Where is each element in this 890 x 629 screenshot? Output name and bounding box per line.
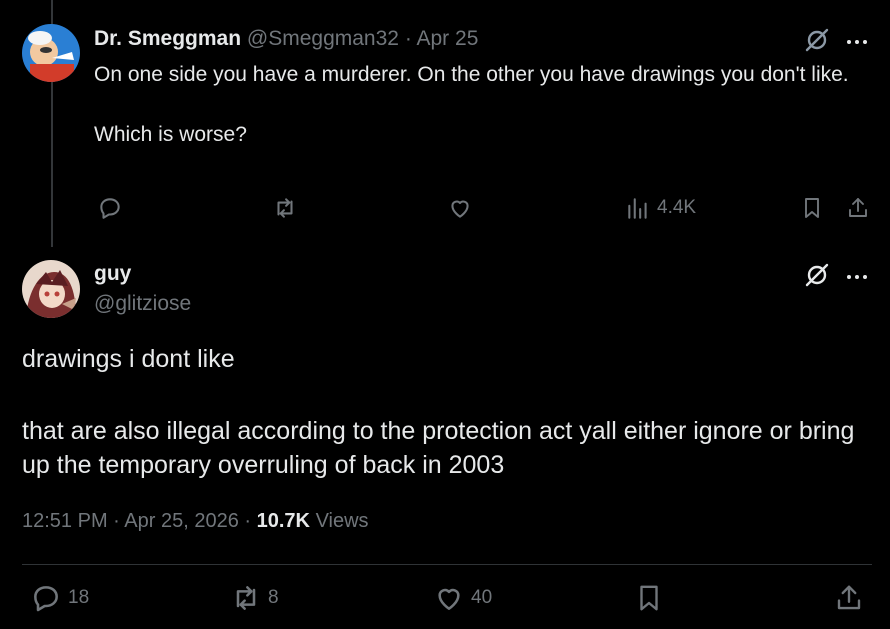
main-avatar[interactable]: [22, 260, 80, 318]
reply-button[interactable]: 18: [30, 582, 89, 614]
parent-date[interactable]: Apr 25: [417, 27, 479, 50]
parent-share-button[interactable]: [846, 195, 870, 221]
parent-tweet-text: On one side you have a murderer. On the …: [94, 60, 874, 150]
bookmark-icon: [640, 585, 658, 611]
tweet-time[interactable]: 12:51 PM: [22, 510, 108, 532]
tweet-meta: 12:51 PM · Apr 25, 2026 · 10.7K Views: [22, 510, 369, 533]
repost-icon: [277, 198, 293, 218]
parent-action-bar: 4.4K: [0, 195, 890, 225]
grok-icon[interactable]: [804, 262, 830, 293]
more-icon[interactable]: [846, 269, 868, 287]
parent-bookmark-button[interactable]: [800, 195, 824, 221]
more-icon[interactable]: [846, 34, 868, 52]
like-button[interactable]: 40: [433, 582, 492, 614]
like-icon: [451, 200, 469, 218]
main-text-line-1: drawings i dont like: [22, 345, 235, 373]
reply-count: 18: [68, 587, 90, 608]
like-count: 40: [471, 587, 493, 608]
parent-like-button[interactable]: [447, 195, 473, 221]
repost-icon: [236, 586, 256, 610]
parent-repost-button[interactable]: [272, 195, 298, 221]
main-text-line-2: that are also illegal according to the p…: [22, 417, 855, 479]
parent-author-name[interactable]: Dr. Smeggman: [94, 27, 241, 50]
main-author-name-row: guy: [94, 262, 131, 286]
bookmark-icon: [805, 198, 819, 218]
divider: [22, 564, 872, 565]
share-icon: [837, 585, 861, 610]
parent-text-line-2: Which is worse?: [94, 123, 247, 146]
main-action-bar: 18 8 40: [0, 582, 890, 616]
grok-icon[interactable]: [804, 27, 830, 58]
tweet-date[interactable]: Apr 25, 2026: [124, 510, 239, 532]
parent-author-handle[interactable]: @Smeggman32: [247, 27, 399, 50]
like-icon: [438, 588, 460, 610]
main-author-handle[interactable]: @glitziose: [94, 292, 191, 316]
bookmark-button[interactable]: [634, 582, 664, 614]
parent-avatar[interactable]: [22, 24, 80, 82]
parent-views-count: 4.4K: [657, 197, 697, 218]
parent-views-button[interactable]: 4.4K: [625, 195, 696, 221]
views-label: Views: [315, 510, 369, 532]
meta-separator: ·: [113, 510, 120, 532]
share-button[interactable]: [834, 582, 864, 614]
parent-separator: ·: [404, 27, 412, 50]
repost-button[interactable]: 8: [230, 582, 279, 614]
main-author-name[interactable]: guy: [94, 262, 131, 285]
reply-icon: [100, 198, 120, 219]
parent-reply-button[interactable]: [97, 195, 123, 221]
meta-separator: ·: [244, 510, 252, 532]
share-icon: [849, 198, 867, 217]
repost-count: 8: [268, 587, 279, 608]
reply-icon: [34, 586, 58, 612]
parent-text-line-1: On one side you have a murderer. On the …: [94, 63, 849, 86]
parent-author-row: Dr. Smeggman @Smeggman32 · Apr 25: [94, 27, 478, 51]
views-icon: [628, 198, 647, 219]
views-count[interactable]: 10.7K: [257, 510, 310, 532]
main-tweet-text: drawings i dont like that are also illeg…: [22, 342, 872, 482]
